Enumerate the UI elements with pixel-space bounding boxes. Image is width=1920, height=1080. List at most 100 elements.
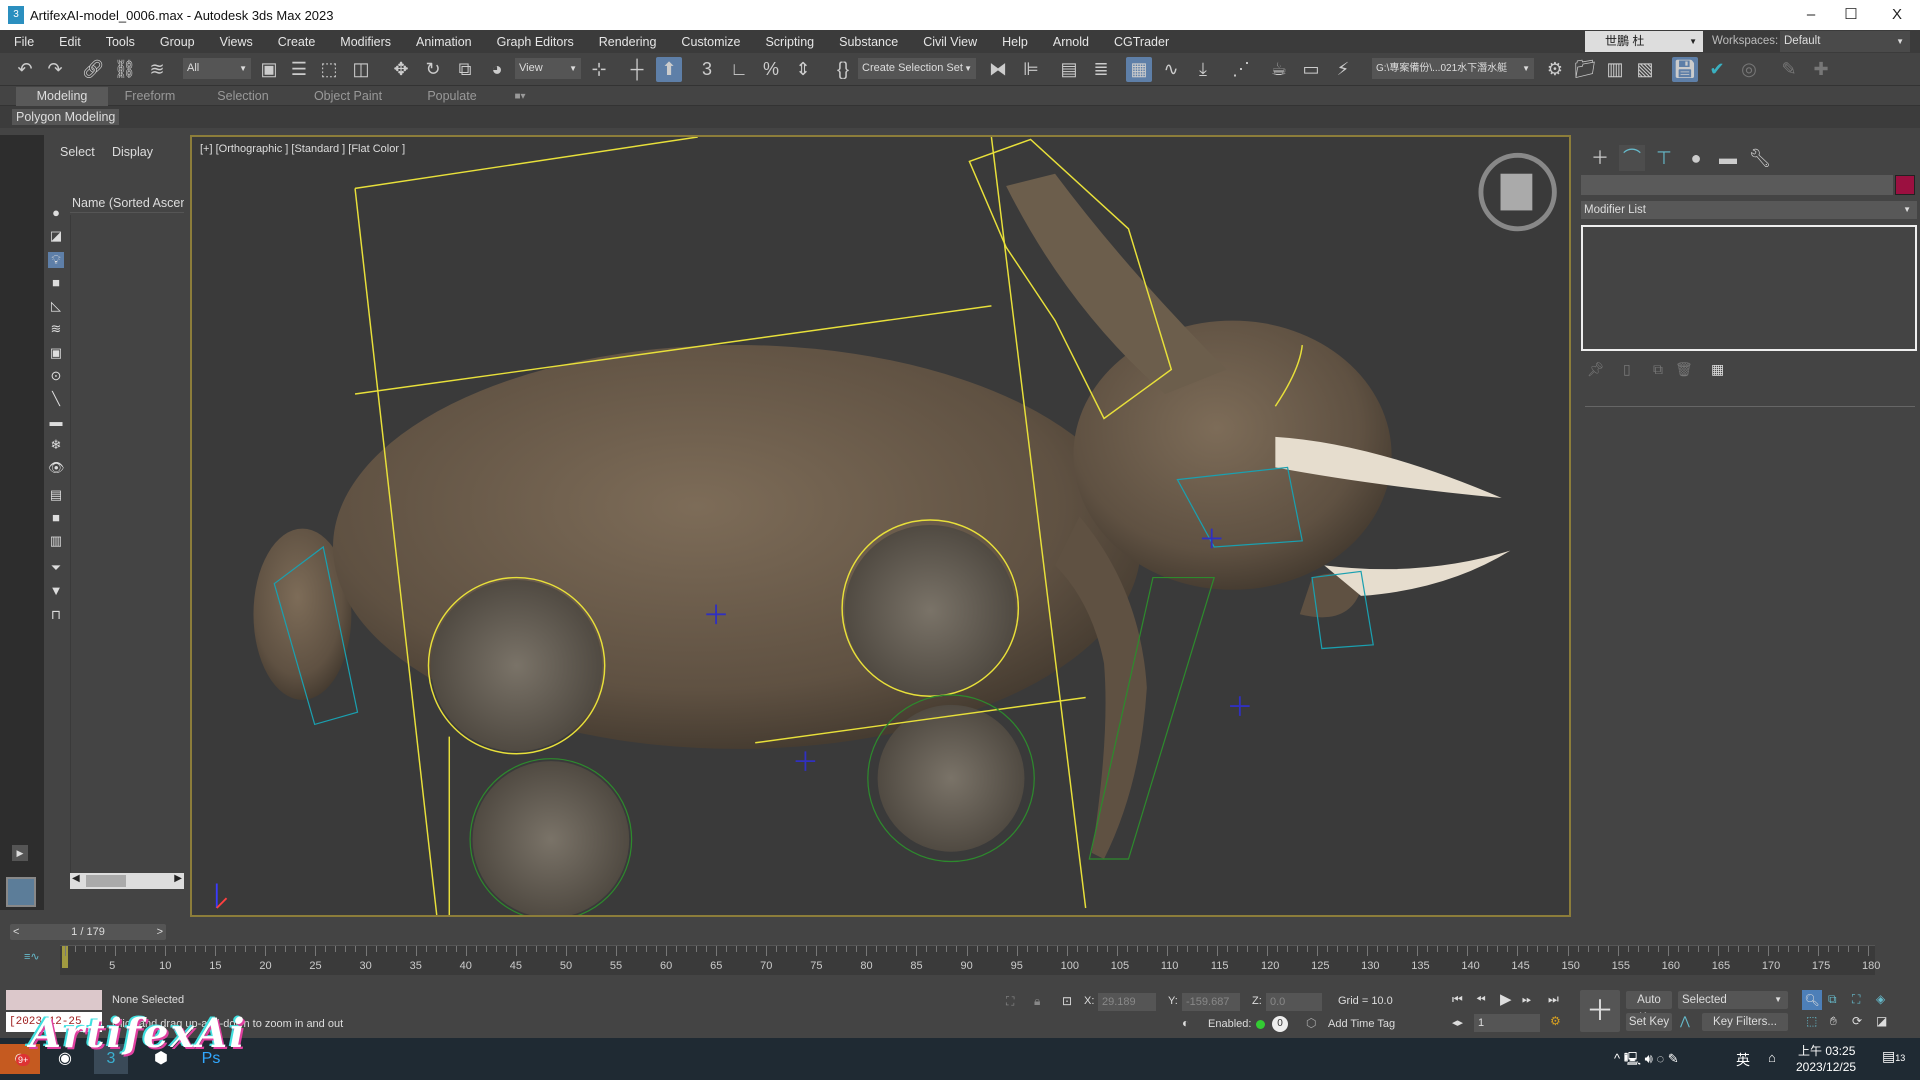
display-geometry-icon[interactable]: ◪ <box>48 228 64 244</box>
maximize-button[interactable]: ☐ <box>1828 0 1874 30</box>
taskbar-3dsmax-icon[interactable]: 3 <box>94 1044 128 1074</box>
display-cameras-icon[interactable]: ■ <box>48 275 64 291</box>
spinner-snap-icon[interactable]: ⇕ <box>790 57 816 82</box>
mirror-icon[interactable]: ⧓ <box>985 57 1011 82</box>
display-groups-icon[interactable]: ▣ <box>48 345 64 361</box>
redo-icon[interactable]: ↷ <box>42 57 68 82</box>
rotate-icon[interactable]: ↻ <box>420 57 446 82</box>
taskbar-time[interactable]: 上午 03:25 <box>1798 1042 1855 1059</box>
next-frame-icon[interactable]: > <box>157 924 163 940</box>
rendered-frame-window-icon[interactable]: ▭ <box>1298 57 1324 82</box>
layer-explorer-icon[interactable]: ≣ <box>1088 57 1114 82</box>
track-bar[interactable]: 5 10 15 20 25 30 35 40 45 50 55 60 65 70 75 80 85 90 95 100… <box>60 945 1880 975</box>
configure-modifier-sets-icon[interactable]: ▦ <box>1711 361 1724 378</box>
render-production-icon[interactable]: ⚡︎ <box>1330 57 1356 82</box>
pivot-center-icon[interactable]: ⊹ <box>586 57 612 82</box>
save-icon[interactable]: 💾︎ <box>1672 57 1698 82</box>
containers-icon[interactable]: ⊓ <box>48 607 64 623</box>
add-time-tag-button[interactable]: Add Time Tag <box>1328 1018 1395 1030</box>
action-center-icon[interactable]: ▤13 <box>1882 1048 1905 1065</box>
menu-file[interactable]: File <box>0 35 45 49</box>
modifier-stack[interactable] <box>1581 225 1917 351</box>
polygon-modeling-panel[interactable]: Polygon Modeling <box>12 109 120 125</box>
display-influences-icon[interactable]: ▥ <box>48 533 64 549</box>
elephant-model[interactable] <box>253 173 1511 917</box>
ime-indicator[interactable]: 英 <box>1736 1050 1750 1070</box>
taskbar-chrome-icon[interactable]: ◉ <box>48 1044 82 1074</box>
explorer-tab-display[interactable]: Display <box>112 145 153 159</box>
menu-rendering[interactable]: Rendering <box>585 35 668 49</box>
fingerprint-icon[interactable]: ◎ <box>1736 57 1762 82</box>
display-hidden-icon[interactable]: 👁︎ <box>48 460 65 476</box>
object-name-field[interactable] <box>1581 175 1893 195</box>
create-tab-plus-icon[interactable]: ＋ <box>1587 145 1613 171</box>
x-coordinate-field[interactable]: 29.189 <box>1098 993 1156 1011</box>
orbit-icon[interactable]: ⟳ <box>1852 1014 1862 1028</box>
display-bones-icon[interactable]: ╲ <box>48 391 64 407</box>
ribbon-options-icon[interactable]: ■▾ <box>506 87 534 106</box>
project-folder-dropdown[interactable]: G:\專案備份\...021水下潛水艇 ▼ <box>1372 58 1534 79</box>
percent-snap-icon[interactable]: % <box>758 57 784 82</box>
menu-graph-editors[interactable]: Graph Editors <box>483 35 585 49</box>
checkmark-icon[interactable]: ✔ <box>1704 57 1730 82</box>
maxscript-output[interactable]: [2023-12-25 <box>6 1012 102 1032</box>
toggle-ribbon-icon[interactable]: ▦ <box>1126 57 1152 82</box>
curve-editor-mini-icon[interactable]: ≡∿ <box>24 950 40 963</box>
angle-snap-icon[interactable]: ∟ <box>726 57 752 82</box>
system-tray-icons[interactable]: ^ 🖳︎ 🔊︎ ◌ ✎ <box>1614 1050 1679 1072</box>
select-by-name-icon[interactable]: ☰ <box>286 57 312 82</box>
viewport-orthographic[interactable]: [+] [Orthographic ] [Standard ] [Flat Co… <box>190 135 1571 917</box>
unlink-icon[interactable]: ⛓︎ <box>112 57 138 82</box>
taskbar-date[interactable]: 2023/12/25 <box>1796 1060 1856 1074</box>
display-frozen-icon[interactable]: ❄ <box>48 437 64 453</box>
ribbon-tab-populate[interactable]: Populate <box>410 87 494 106</box>
selection-lock-icon[interactable]: 🔒︎ <box>1034 994 1040 1009</box>
project-folder-icon[interactable]: 📁︎ <box>1572 57 1598 82</box>
menu-arnold[interactable]: Arnold <box>1039 35 1100 49</box>
undo-icon[interactable]: ↶ <box>12 57 38 82</box>
y-coordinate-field[interactable]: -159.687 <box>1182 993 1240 1011</box>
menu-edit[interactable]: Edit <box>45 35 92 49</box>
menu-tools[interactable]: Tools <box>92 35 146 49</box>
viewport-layout-thumbnail[interactable] <box>6 877 36 907</box>
motion-tab-icon[interactable]: ● <box>1683 145 1709 171</box>
menu-civil-view[interactable]: Civil View <box>909 35 988 49</box>
maxscript-mini-listener[interactable] <box>6 990 102 1010</box>
expand-arrow-icon[interactable]: ▶ <box>12 845 28 861</box>
display-tab-icon[interactable]: ▬ <box>1715 145 1741 171</box>
menu-substance[interactable]: Substance <box>825 35 909 49</box>
snaps-toggle-icon[interactable]: 3 <box>694 57 720 82</box>
hierarchy-tab-icon[interactable]: ⊤ <box>1651 145 1677 171</box>
go-to-start-icon[interactable]: ⏮ <box>1452 992 1463 1007</box>
menu-views[interactable]: Views <box>206 35 264 49</box>
menu-scripting[interactable]: Scripting <box>751 35 825 49</box>
menu-group[interactable]: Group <box>146 35 206 49</box>
time-tag-toggle-icon[interactable]: 0 <box>1272 1016 1288 1032</box>
project-structure-icon[interactable]: ▥ <box>1602 57 1628 82</box>
pan-hand-icon[interactable]: ✋︎ <box>1830 1014 1837 1029</box>
rectangular-selection-icon[interactable]: ⬚ <box>316 57 342 82</box>
project-settings-icon[interactable]: ⚙︎ <box>1542 57 1568 82</box>
schematic-view-icon[interactable]: ⋰ <box>1228 57 1254 82</box>
plus-tool-icon[interactable]: ✚ <box>1808 57 1834 82</box>
ribbon-tab-freeform[interactable]: Freeform <box>110 87 190 106</box>
window-crossing-icon[interactable]: ◫ <box>348 57 374 82</box>
ribbon-tab-object-paint[interactable]: Object Paint <box>300 87 396 106</box>
show-end-result-icon[interactable]: ▯ <box>1623 361 1631 378</box>
absolute-mode-transform-icon[interactable]: ⊡ <box>1062 994 1072 1008</box>
go-to-end-icon[interactable]: ⏭ <box>1548 992 1559 1007</box>
adaptive-degradation-icon[interactable]: ◐ <box>1182 1016 1189 1030</box>
time-slider[interactable]: <1 / 179 > <box>10 924 166 940</box>
menu-animation[interactable]: Animation <box>402 35 483 49</box>
bind-spacewarp-icon[interactable]: ≋ <box>144 57 170 82</box>
display-all-icon[interactable]: ● <box>48 205 64 221</box>
display-containers-icon[interactable]: ▬ <box>48 414 64 430</box>
curve-editor-icon[interactable]: ∿ <box>1158 57 1184 82</box>
menu-customize[interactable]: Customize <box>667 35 751 49</box>
zoom-extents-icon[interactable]: ⛶ <box>1852 992 1860 1007</box>
isolate-selection-icon[interactable]: ⛶ <box>1006 994 1014 1009</box>
display-spacewarps-icon[interactable]: ≋ <box>48 321 64 337</box>
ribbon-tab-modeling[interactable]: Modeling <box>16 87 108 106</box>
tools-icon[interactable]: ✎ <box>1776 57 1802 82</box>
menu-modifiers[interactable]: Modifiers <box>326 35 402 49</box>
